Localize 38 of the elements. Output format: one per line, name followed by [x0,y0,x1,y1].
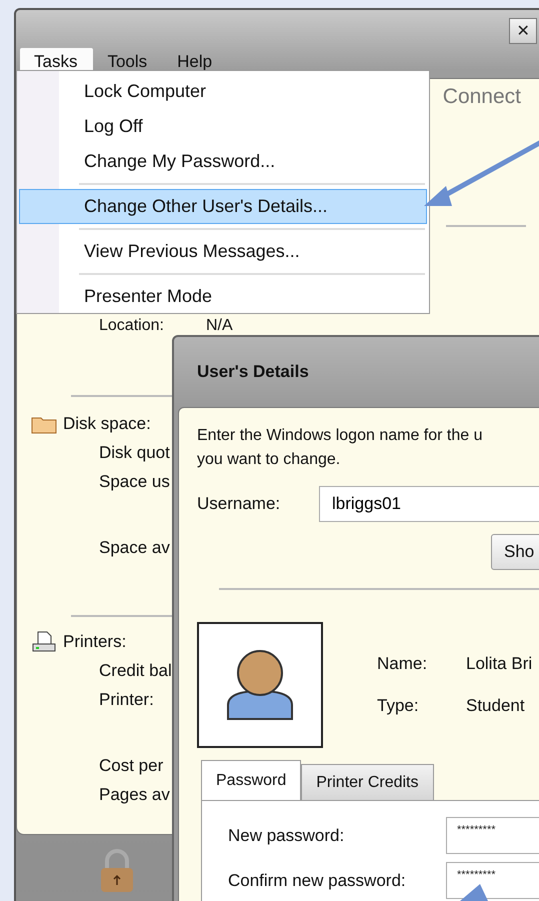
field-label: Pages av [99,785,170,805]
field-label: Location: [99,317,164,335]
menu-item[interactable]: Log Off [19,109,427,144]
password-field[interactable]: ********* [446,862,539,899]
detail-label: Type: [377,696,420,716]
tab[interactable]: Password [201,760,302,800]
field-value: N/A [206,317,233,335]
menu-item[interactable]: View Previous Messages... [19,234,427,269]
field-label: New password: [228,826,346,846]
show-button[interactable]: Sho [491,534,539,570]
field-label: Credit bal [99,661,172,681]
detail-value: Student [466,696,525,716]
instruction-text: Enter the Windows logon name for the u [197,426,484,446]
lock-icon[interactable] [98,849,136,893]
section-title: Printers: [63,632,126,652]
section-title: Disk space: [63,414,151,434]
user-avatar-icon [197,622,323,748]
field-label: Printer: [99,690,154,710]
annotation-arrow [460,884,488,901]
password-field[interactable]: ********* [446,817,539,854]
field-label: Disk quot [99,443,170,463]
header-text: Connect [442,85,521,109]
username-label: Username: [197,494,282,514]
menu-item[interactable]: Change Other User's Details... [19,189,427,224]
detail-value: Lolita Bri [466,654,532,674]
printer-icon [31,631,57,653]
menu-item[interactable]: Change My Password... [19,144,427,179]
dialog-title: User's Details [196,361,310,383]
field-label: Confirm new password: [228,870,407,890]
tab[interactable]: Printer Credits [301,764,434,800]
close-button[interactable]: ✕ [509,18,537,44]
field-label: Space us [99,472,170,492]
username-field[interactable]: lbriggs01 [319,486,539,522]
field-label: Cost per [99,756,164,776]
instruction-text: you want to change. [197,450,342,470]
menu-item[interactable]: Presenter Mode [19,279,427,314]
detail-label: Name: [377,654,428,674]
field-label: Space av [99,538,170,558]
